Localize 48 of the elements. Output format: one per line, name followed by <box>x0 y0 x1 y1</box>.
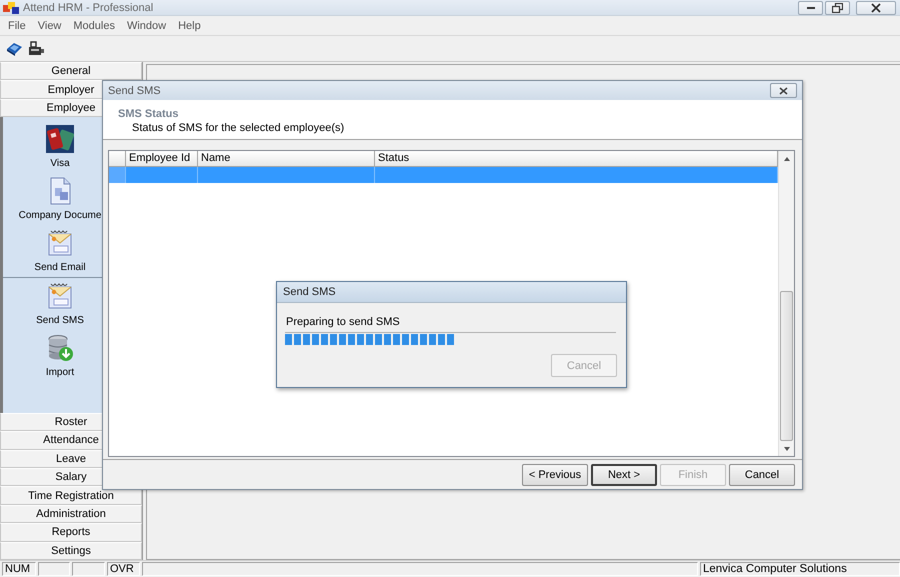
column-header[interactable]: Name <box>198 151 375 167</box>
module-item-label[interactable]: Company Docume <box>18 210 102 222</box>
company-name: Lenvica Computer Solutions <box>700 562 900 576</box>
column-header[interactable]: Status <box>375 151 778 167</box>
module-item-label[interactable]: Visa <box>50 158 70 170</box>
menu-item[interactable]: Modules <box>67 20 121 32</box>
menu-item[interactable]: Help <box>172 20 207 32</box>
database-icon[interactable] <box>46 334 74 362</box>
column-header[interactable]: Employee Id <box>126 151 198 167</box>
envelope-icon[interactable] <box>46 282 74 310</box>
module-button[interactable]: General <box>0 62 142 80</box>
dialog-button[interactable]: Next > <box>591 464 657 486</box>
window-title: Attend HRM - Professional <box>23 2 154 14</box>
status-panel <box>38 562 70 576</box>
module-button[interactable]: Administration <box>0 504 142 524</box>
progress-message: Preparing to send SMS <box>286 316 400 328</box>
scroll-up-icon <box>782 156 790 162</box>
module-item-label[interactable]: Send Email <box>34 262 86 274</box>
step-description: Status of SMS for the selected employee(s) <box>132 122 344 134</box>
minimize-icon <box>806 6 814 8</box>
num-lock-indicator: NUM <box>2 562 36 576</box>
scroll-down-icon <box>782 446 790 452</box>
menu-item[interactable]: View <box>32 20 68 32</box>
module-item-label[interactable]: Import <box>46 367 74 378</box>
passport-icon[interactable] <box>46 125 74 154</box>
envelope-icon[interactable] <box>46 229 74 258</box>
app-logo-icon <box>3 1 19 14</box>
module-item-label[interactable]: Send SMS <box>36 315 84 326</box>
dialog-button[interactable]: < Previous <box>522 464 588 486</box>
overwrite-indicator: OVR <box>107 562 140 576</box>
module-button[interactable]: Reports <box>0 523 142 542</box>
menu-item[interactable]: Window <box>120 20 172 32</box>
close-button[interactable] <box>856 0 896 14</box>
module-button[interactable]: Settings <box>0 542 142 560</box>
dialog-title: Send SMS <box>283 286 336 298</box>
close-icon <box>871 2 881 12</box>
menu-item[interactable]: File <box>2 20 32 32</box>
restore-button[interactable] <box>825 0 850 14</box>
status-panel <box>72 562 105 576</box>
camera-icon[interactable] <box>27 40 44 57</box>
module-button[interactable]: Time Registration <box>0 486 142 505</box>
close-button[interactable] <box>770 83 797 98</box>
restore-icon <box>832 2 843 12</box>
book-icon[interactable] <box>6 40 23 57</box>
dialog-button[interactable]: Cancel <box>729 464 795 486</box>
corner-cell <box>109 151 126 167</box>
minimize-button[interactable] <box>798 0 823 14</box>
scrollbar[interactable] <box>778 151 794 456</box>
